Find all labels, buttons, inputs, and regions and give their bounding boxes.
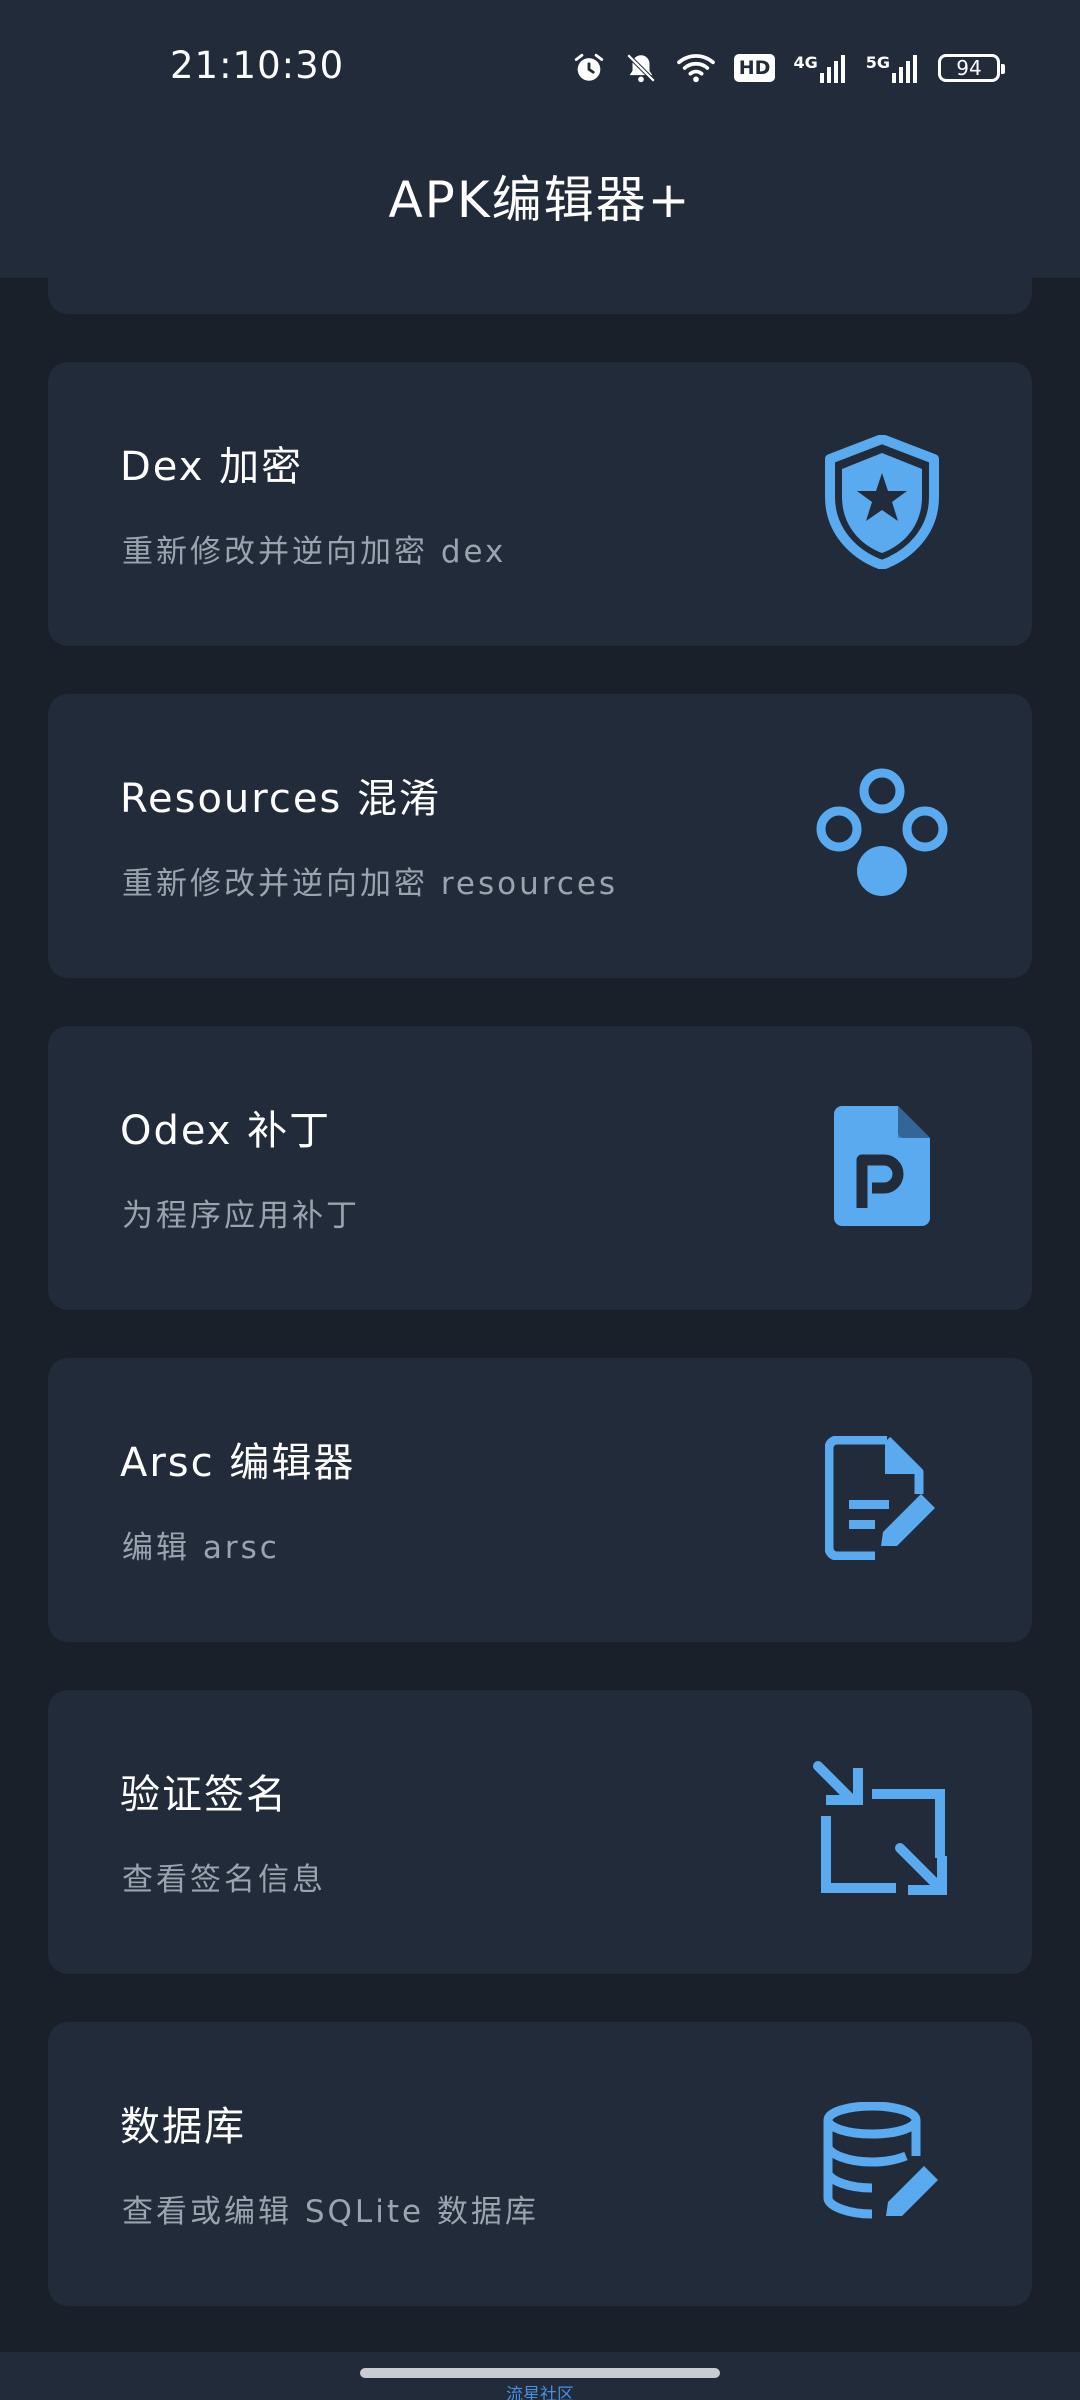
card-title: Arsc 编辑器	[120, 1440, 356, 1486]
screen: 21:10:30 HD 4G 5G 94 APK编辑器+ Dex 加密 重新修改…	[0, 0, 1080, 2400]
signal-bars-icon	[892, 55, 917, 83]
card-title: Odex 补丁	[120, 1108, 332, 1154]
card-database[interactable]: 数据库 查看或编辑 SQLite 数据库	[48, 2022, 1032, 2306]
card-dex-encrypt[interactable]: Dex 加密 重新修改并逆向加密 dex	[48, 362, 1032, 646]
card-subtitle: 查看签名信息	[122, 1862, 326, 1898]
card-subtitle: 重新修改并逆向加密 resources	[122, 866, 619, 902]
card-title: 数据库	[120, 2104, 246, 2150]
network-label: 5G	[865, 53, 890, 72]
card-verify-signature[interactable]: 验证签名 查看签名信息	[48, 1690, 1032, 1974]
card-subtitle: 重新修改并逆向加密 dex	[122, 534, 507, 570]
home-indicator[interactable]	[360, 2368, 720, 2378]
top-app-bar: 21:10:30 HD 4G 5G 94 APK编辑器+	[0, 0, 1080, 278]
card-subtitle: 编辑 arsc	[122, 1530, 280, 1566]
database-edit-icon	[812, 2092, 952, 2232]
card-subtitle: 查看或编辑 SQLite 数据库	[122, 2194, 539, 2230]
patch-file-icon	[812, 1096, 952, 1236]
arrows-resize-icon	[812, 1760, 952, 1900]
hd-badge: HD	[733, 54, 776, 82]
watermark: 流星社区	[506, 2385, 574, 2400]
signal-bars-icon	[819, 55, 845, 83]
app-title: APK编辑器+	[388, 171, 692, 229]
network-label: 4G	[793, 53, 818, 72]
shield-star-icon	[812, 432, 952, 572]
status-icons: HD 4G 5G 94	[572, 44, 1005, 92]
circles-icon	[812, 764, 952, 904]
card-title: Resources 混淆	[120, 776, 441, 822]
alarm-icon	[572, 51, 606, 85]
signal-5g: 5G	[866, 53, 920, 83]
card-title: Dex 加密	[120, 444, 304, 490]
card-subtitle: 为程序应用补丁	[122, 1198, 360, 1234]
bell-off-icon	[624, 51, 658, 85]
card-title: 验证签名	[120, 1772, 288, 1818]
signal-4g: 4G	[793, 53, 847, 83]
card-resources-obfuscate[interactable]: Resources 混淆 重新修改并逆向加密 resources	[48, 694, 1032, 978]
card-arsc-editor[interactable]: Arsc 编辑器 编辑 arsc	[48, 1358, 1032, 1642]
card-odex-patch[interactable]: Odex 补丁 为程序应用补丁	[48, 1026, 1032, 1310]
battery-indicator: 94	[938, 54, 1005, 82]
wifi-icon	[676, 51, 716, 85]
status-time: 21:10:30	[170, 44, 345, 87]
edit-file-icon	[812, 1428, 952, 1568]
